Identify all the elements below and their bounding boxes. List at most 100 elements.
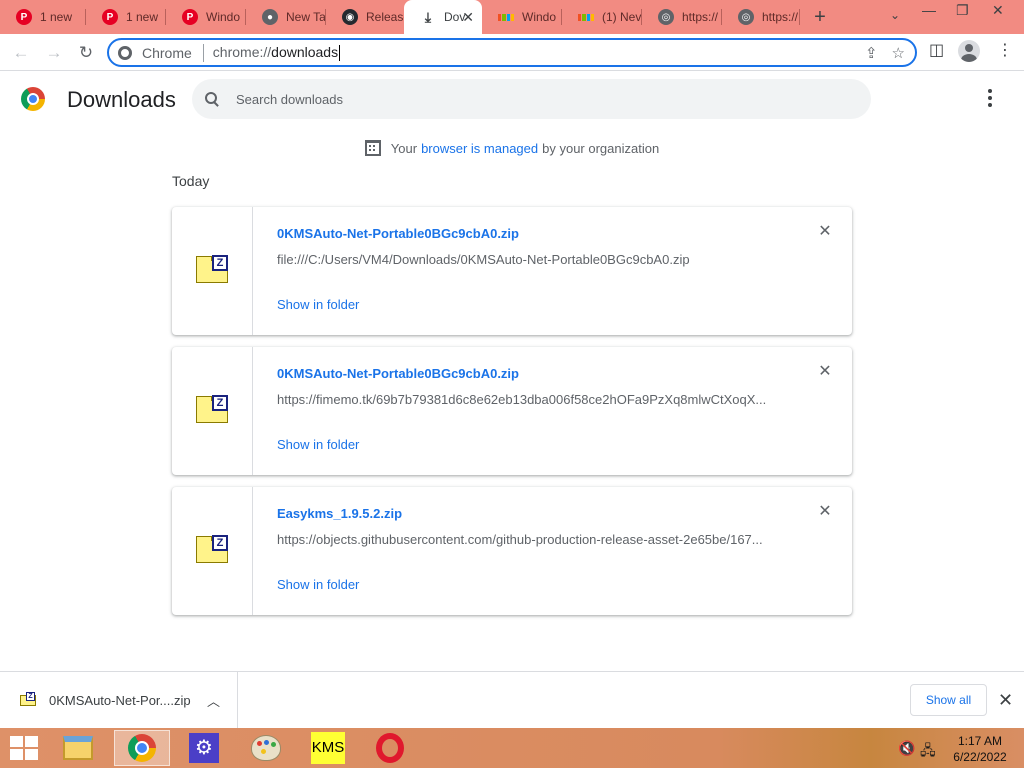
show-all-button[interactable]: Show all [910, 684, 987, 716]
tab-label: Windo [206, 10, 241, 24]
building-icon [364, 140, 381, 156]
tab-1[interactable]: P 1 new [0, 0, 86, 34]
page-title: Downloads [67, 87, 176, 112]
show-in-folder-link[interactable]: Show in folder [277, 437, 359, 452]
site-label: Chrome [142, 44, 192, 61]
shelf-download-item[interactable]: Z 0KMSAuto-Net-Por....zip ︿ [0, 672, 238, 729]
file-name-link[interactable]: 0KMSAuto-Net-Portable0BGc9cbA0.zip [277, 226, 519, 241]
download-icon: ⤓ [424, 8, 432, 25]
forward-button[interactable]: → [43, 42, 65, 64]
back-button[interactable]: ← [10, 42, 32, 64]
address-bar[interactable]: Chrome chrome://downloads ⇪ ☆ [107, 38, 917, 67]
zip-file-icon: Z [196, 255, 229, 283]
managed-prefix: Your [390, 140, 418, 156]
close-shelf-icon[interactable]: ✕ [998, 690, 1013, 711]
kms-taskbar-button[interactable]: KMS [300, 730, 356, 766]
tab-separator [799, 9, 800, 25]
kms-icon: KMS [311, 732, 345, 764]
remove-download-icon[interactable]: ✕ [818, 504, 832, 520]
url-path: downloads [271, 43, 339, 60]
tab-4[interactable]: ● New Ta [246, 0, 326, 34]
download-card: Z Easykms_1.9.5.2.zip https://objects.gi… [172, 487, 852, 615]
file-url: file:///C:/Users/VM4/Downloads/0KMSAuto-… [277, 252, 690, 267]
pinterest-icon: P [102, 9, 118, 25]
clock-time: 1:17 AM [957, 734, 1003, 748]
file-name-link[interactable]: Easykms_1.9.5.2.zip [277, 506, 402, 521]
managed-notice: Your browser is managed by your organiza… [0, 140, 1024, 156]
url-scheme: chrome:// [212, 43, 272, 60]
tab-label: Windo [522, 10, 557, 24]
tab-label: https:// [682, 10, 719, 24]
managed-suffix: by your organization [542, 140, 660, 156]
start-button[interactable] [10, 736, 38, 760]
tab-7[interactable]: Windo [482, 0, 562, 34]
remove-download-icon[interactable]: ✕ [818, 224, 832, 240]
github-icon: ◉ [342, 9, 358, 25]
network-icon[interactable]: 🖧 [920, 740, 936, 764]
file-name-link[interactable]: 0KMSAuto-Net-Portable0BGc9cbA0.zip [277, 366, 519, 381]
new-tab-button[interactable]: + [808, 6, 832, 28]
tab-label: 1 new [40, 10, 73, 24]
managed-link[interactable]: browser is managed [421, 141, 538, 156]
chrome-icon [118, 45, 132, 60]
share-icon[interactable]: ⇪ [865, 44, 878, 62]
browser-toolbar: ← → ↻ Chrome chrome://downloads ⇪ ☆ ◫ ⋮ [0, 34, 1024, 71]
tab-9[interactable]: ◎ https:// [642, 0, 722, 34]
zip-file-icon: Z [196, 535, 229, 563]
tab-label: https:// [762, 10, 799, 24]
search-input[interactable] [236, 91, 836, 107]
side-panel-icon[interactable]: ◫ [929, 40, 944, 60]
show-in-folder-link[interactable]: Show in folder [277, 297, 359, 312]
chrome-taskbar-button[interactable] [114, 730, 170, 766]
tab-5[interactable]: ◉ Release [326, 0, 404, 34]
profile-avatar[interactable] [958, 40, 980, 62]
download-card: Z 0KMSAuto-Net-Portable0BGc9cbA0.zip fil… [172, 207, 852, 335]
reload-button[interactable]: ↻ [75, 42, 97, 64]
tab-downloads-active[interactable]: ⤓ Dov ✕ [404, 0, 482, 34]
volume-muted-icon[interactable]: 🔇 [898, 740, 915, 757]
tab-label: Release [366, 10, 404, 24]
restore-icon[interactable]: ❐ [956, 2, 969, 19]
opera-taskbar-button[interactable] [362, 730, 418, 766]
globe-icon: ◎ [658, 9, 674, 25]
card-icon-column: Z [172, 207, 253, 335]
tab-search-chevron-icon[interactable]: ⌄ [890, 8, 900, 22]
zip-file-icon: Z [20, 692, 36, 706]
url-text[interactable]: chrome://downloads [212, 43, 341, 62]
search-icon[interactable] [205, 92, 219, 106]
settings-taskbar-button[interactable]: ⚙ [176, 730, 232, 766]
microsoft-icon [498, 9, 514, 25]
remove-download-icon[interactable]: ✕ [818, 364, 832, 380]
downloads-page: Downloads Your browser is managed by you… [0, 71, 1024, 671]
text-cursor [339, 45, 341, 62]
search-box[interactable] [192, 79, 871, 119]
close-window-icon[interactable]: ✕ [992, 2, 1004, 19]
tab-label: New Ta [286, 10, 326, 24]
pinterest-icon: P [16, 9, 32, 25]
menu-kebab-icon[interactable]: ⋮ [997, 40, 1013, 60]
file-url: https://objects.githubusercontent.com/gi… [277, 532, 763, 547]
tab-strip: P 1 new P 1 new P Windo ● New Ta ◉ Relea… [0, 0, 1024, 34]
tab-10[interactable]: ◎ https:// [722, 0, 800, 34]
paint-palette-icon [251, 735, 281, 761]
show-in-folder-link[interactable]: Show in folder [277, 577, 359, 592]
tab-8[interactable]: (1) Nev [562, 0, 642, 34]
minimize-icon[interactable]: — [922, 2, 936, 18]
clock-date: 6/22/2022 [953, 750, 1007, 764]
file-url: https://fimemo.tk/69b7b79381d6c8e62eb13d… [277, 392, 767, 407]
date-heading: Today [172, 173, 210, 189]
site-info[interactable]: Chrome [109, 45, 192, 61]
pinterest-icon: P [182, 9, 198, 25]
chevron-up-icon[interactable]: ︿ [207, 691, 220, 710]
zip-file-icon: Z [196, 395, 229, 423]
close-tab-icon[interactable]: ✕ [462, 9, 474, 26]
more-actions-icon[interactable] [984, 89, 996, 109]
omnibox-divider [202, 43, 204, 62]
tab-3[interactable]: P Windo [166, 0, 246, 34]
paint-taskbar-button[interactable] [238, 730, 294, 766]
tab-2[interactable]: P 1 new [86, 0, 166, 34]
system-clock[interactable]: 1:17 AM 6/22/2022 [940, 733, 1020, 765]
file-explorer-button[interactable] [50, 730, 106, 766]
bookmark-star-icon[interactable]: ☆ [892, 44, 905, 62]
card-icon-column: Z [172, 487, 253, 615]
